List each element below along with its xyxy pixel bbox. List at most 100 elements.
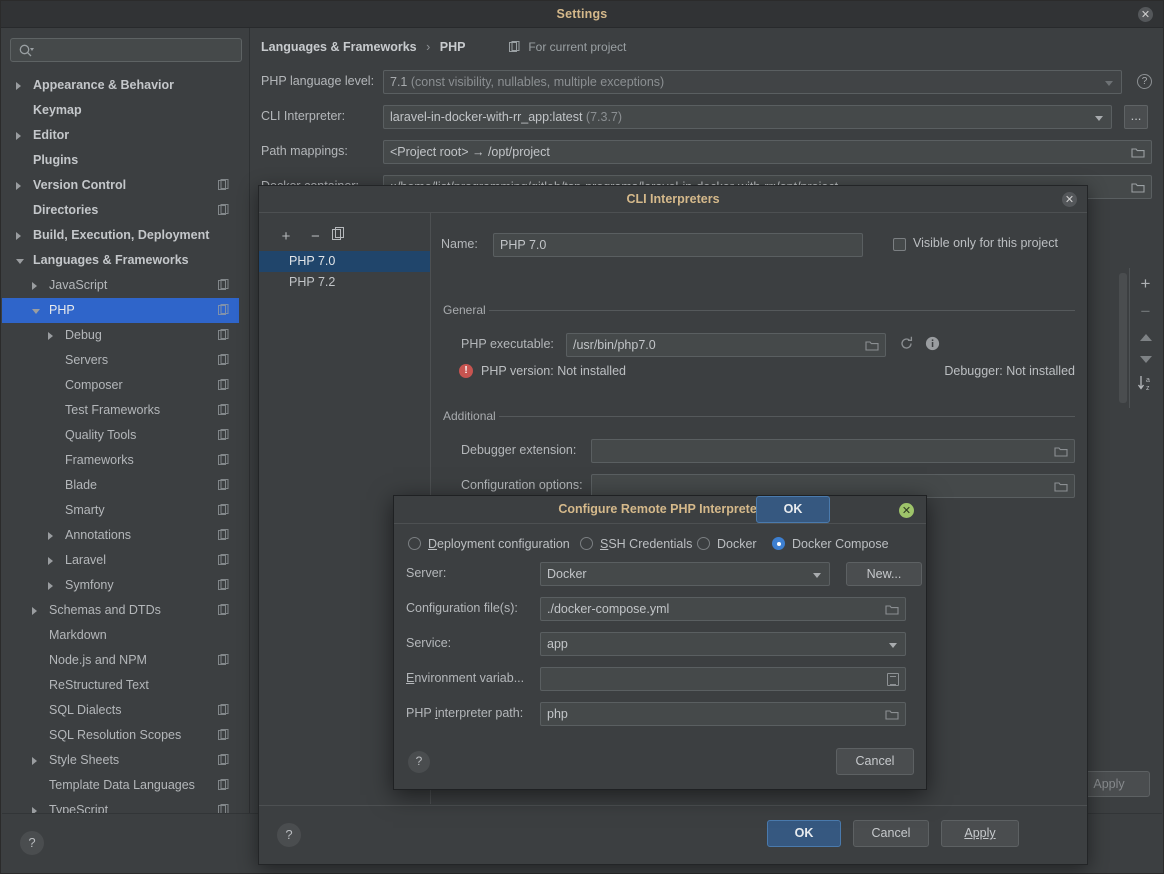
config-files-input[interactable]: ./docker-compose.yml [540,597,906,621]
folder-icon[interactable] [1054,480,1068,493]
sidebar-item-style-sheets[interactable]: Style Sheets [2,748,239,773]
radio-docker-compose[interactable]: Docker Compose [772,535,889,553]
sidebar-item-annotations[interactable]: Annotations [2,523,239,548]
interpreter-path-input[interactable]: php [540,702,906,726]
chevron-right-icon[interactable] [16,182,21,190]
sidebar-item-appearance-behavior[interactable]: Appearance & Behavior [2,73,239,98]
sidebar-item-sql-dialects[interactable]: SQL Dialects [2,698,239,723]
breadcrumb-parent[interactable]: Languages & Frameworks [261,40,417,54]
chevron-down-icon[interactable] [16,259,24,268]
radio-mark-icon[interactable] [772,537,785,550]
sidebar-item-quality-tools[interactable]: Quality Tools [2,423,239,448]
php-language-level-select[interactable]: 7.1 (const visibility, nullables, multip… [383,70,1122,94]
sidebar-item-sql-resolution-scopes[interactable]: SQL Resolution Scopes [2,723,239,748]
chevron-right-icon[interactable] [32,607,37,615]
server-select[interactable]: Docker [540,562,830,586]
info-icon[interactable] [925,336,940,351]
interpreter-list-item[interactable]: PHP 7.2 [259,272,430,293]
chevron-right-icon[interactable] [16,232,21,240]
sort-az-icon[interactable]: a z [1137,375,1155,391]
list-scrollbar[interactable] [1119,273,1127,403]
sidebar-item-template-data-languages[interactable]: Template Data Languages [2,773,239,798]
sidebar-item-languages-frameworks[interactable]: Languages & Frameworks [2,248,239,273]
folder-icon[interactable] [865,339,879,352]
cli-help-button[interactable]: ? [277,823,301,847]
sidebar-item-php[interactable]: PHP [2,298,239,323]
chevron-right-icon[interactable] [32,282,37,290]
folder-icon[interactable] [885,603,899,616]
new-server-button[interactable]: New... [846,562,922,586]
path-mappings-field[interactable]: <Project root> → /opt/project [383,140,1152,164]
sidebar-item-directories[interactable]: Directories [2,198,239,223]
sidebar-item-javascript[interactable]: JavaScript [2,273,239,298]
remove-interpreter-button[interactable]: − [302,228,328,245]
arrow-up-icon[interactable] [1139,333,1153,342]
settings-help-button[interactable]: ? [20,831,44,855]
cli-interpreter-browse-button[interactable]: ... [1124,105,1148,129]
radio-mark-icon[interactable] [697,537,710,550]
sidebar-item-blade[interactable]: Blade [2,473,239,498]
radio-ssh-credentials[interactable]: SSH Credentials [580,535,692,553]
radio-deployment-configuration[interactable]: Deployment configuration [408,535,570,553]
help-icon[interactable]: ? [1137,74,1152,89]
interpreter-name-input[interactable]: PHP 7.0 [493,233,863,257]
chevron-right-icon[interactable] [48,582,53,590]
sidebar-item-plugins[interactable]: Plugins [2,148,239,173]
sidebar-item-node-js-and-npm[interactable]: Node.js and NPM [2,648,239,673]
sidebar-item-keymap[interactable]: Keymap [2,98,239,123]
sidebar-item-composer[interactable]: Composer [2,373,239,398]
chevron-right-icon[interactable] [48,532,53,540]
cli-interpreter-select[interactable]: laravel-in-docker-with-rr_app:latest (7.… [383,105,1112,129]
interpreter-list-item[interactable]: PHP 7.0 [259,251,430,272]
sidebar-item-build-execution-deployment[interactable]: Build, Execution, Deployment [2,223,239,248]
debugger-extension-input[interactable] [591,439,1075,463]
sidebar-item-servers[interactable]: Servers [2,348,239,373]
cli-cancel-button[interactable]: Cancel [853,820,929,847]
chevron-right-icon[interactable] [32,757,37,765]
sidebar-item-smarty[interactable]: Smarty [2,498,239,523]
chevron-right-icon[interactable] [16,82,21,90]
sidebar-item-restructured-text[interactable]: ReStructured Text [2,673,239,698]
refresh-icon[interactable] [899,336,914,351]
folder-icon[interactable] [885,708,899,721]
sidebar-item-version-control[interactable]: Version Control [2,173,239,198]
remote-cancel-button[interactable]: Cancel [836,748,914,775]
sidebar-item-editor[interactable]: Editor [2,123,239,148]
close-icon[interactable]: ✕ [1062,192,1077,207]
env-vars-input[interactable] [540,667,906,691]
chevron-right-icon[interactable] [16,132,21,140]
sidebar-item-symfony[interactable]: Symfony [2,573,239,598]
sidebar-item-laravel[interactable]: Laravel [2,548,239,573]
remote-help-button[interactable]: ? [408,751,430,773]
sidebar-item-test-frameworks[interactable]: Test Frameworks [2,398,239,423]
radio-mark-icon[interactable] [408,537,421,550]
folder-icon[interactable] [1131,146,1145,159]
add-interpreter-button[interactable]: + [273,228,299,245]
plus-icon[interactable]: + [1141,275,1151,292]
cli-apply-button[interactable]: Apply [941,820,1019,847]
visible-only-checkbox[interactable] [893,238,906,251]
cli-ok-button[interactable]: OK [767,820,841,847]
radio-docker[interactable]: Docker [697,535,757,553]
remote-ok-button[interactable]: OK [756,496,830,523]
sidebar-item-frameworks[interactable]: Frameworks [2,448,239,473]
chevron-right-icon[interactable] [48,332,53,340]
php-executable-input[interactable]: /usr/bin/php7.0 [566,333,886,357]
env-vars-editor-icon[interactable] [887,673,899,686]
sidebar-item-markdown[interactable]: Markdown [2,623,239,648]
sidebar-item-debug[interactable]: Debug [2,323,239,348]
service-select[interactable]: app [540,632,906,656]
close-icon[interactable]: ✕ [1138,7,1153,22]
sidebar-item-typescript[interactable]: TypeScript [2,798,239,813]
arrow-down-icon[interactable] [1139,355,1153,364]
chevron-right-icon[interactable] [48,557,53,565]
copy-icon[interactable] [331,223,358,241]
search-input[interactable] [39,39,237,61]
visible-only-checkbox-wrapper[interactable]: Visible only for this project [893,236,1058,251]
chevron-down-icon[interactable] [32,309,40,318]
folder-icon[interactable] [1131,181,1145,194]
radio-mark-icon[interactable] [580,537,593,550]
minus-icon[interactable]: − [1141,303,1151,320]
sidebar-item-schemas-and-dtds[interactable]: Schemas and DTDs [2,598,239,623]
folder-icon[interactable] [1054,445,1068,458]
